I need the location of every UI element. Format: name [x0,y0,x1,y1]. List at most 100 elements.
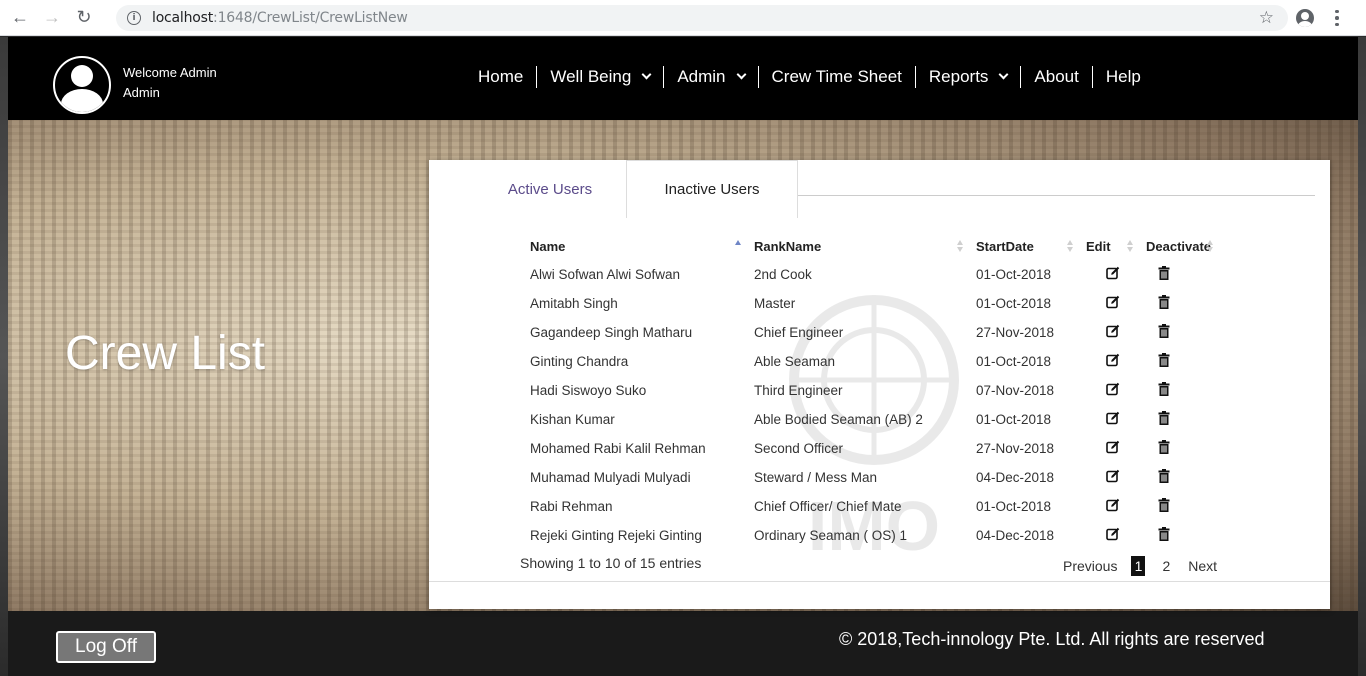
reload-icon[interactable]: ↻ [73,7,95,29]
forward-icon[interactable]: → [41,7,63,29]
edit-icon[interactable] [1106,469,1120,486]
trash-icon[interactable] [1158,527,1170,544]
site-footer: Log Off © 2018,Tech-innology Pte. Ltd. A… [8,611,1358,676]
cell-startdate: 01-Oct-2018 [976,296,1052,311]
cell-name: Alwi Sofwan Alwi Sofwan [530,267,681,282]
cell-edit [1078,289,1138,318]
edit-icon[interactable] [1106,266,1120,283]
chevron-down-icon [641,69,652,80]
cell-startdate: 01-Oct-2018 [976,354,1052,369]
cell-rank: 2nd Cook [754,267,812,282]
crew-list-panel: IMO Active Users Inactive Users Name Ran… [429,160,1330,609]
col-rankname[interactable]: RankName [746,232,968,260]
site-info-icon[interactable]: i [127,11,141,25]
sort-asc-icon [735,240,742,252]
edit-icon[interactable] [1106,527,1120,544]
table-row: Mohamed Rabi Kalil Rehman Second Officer 2… [522,434,1218,463]
pagination-page-current[interactable]: 1 [1131,556,1146,576]
cell-edit [1078,318,1138,347]
cell-deactivate [1138,347,1218,376]
pagination-next[interactable]: Next [1188,558,1217,574]
trash-icon[interactable] [1158,353,1170,370]
table-row: Alwi Sofwan Alwi Sofwan 2nd Cook 01-Oct-20… [522,260,1218,289]
pagination-previous[interactable]: Previous [1063,558,1117,574]
tab-inactive-users[interactable]: Inactive Users [626,160,798,218]
nav-well-being[interactable]: Well Being [537,66,663,88]
back-icon[interactable]: ← [9,7,31,29]
nav-help[interactable]: Help [1093,66,1154,88]
edit-icon[interactable] [1106,411,1120,428]
site-header: Welcome Admin Admin Home Well Being Admi… [8,37,1358,120]
edit-icon[interactable] [1106,353,1120,370]
copyright-text: © 2018,Tech-innology Pte. Ltd. All right… [839,629,1265,649]
cell-rank: Steward / Mess Man [754,470,878,485]
edit-icon[interactable] [1106,498,1120,515]
pagination-page-2[interactable]: 2 [1162,558,1170,574]
edit-icon[interactable] [1106,382,1120,399]
crew-table-body: Alwi Sofwan Alwi Sofwan 2nd Cook 01-Oct-20… [522,260,1218,550]
nav-crew-time-sheet-label: Crew Time Sheet [771,67,902,86]
cell-name: Amitabh Singh [530,296,618,311]
cell-deactivate [1138,260,1218,289]
url-text[interactable]: localhost:1648/CrewList/CrewListNew [152,10,408,26]
cell-edit [1078,521,1138,550]
cell-name: Kishan Kumar [530,412,615,427]
sort-icon [957,240,964,252]
cell-rank: Able Seaman [754,354,836,369]
cell-rank: Able Bodied Seaman (AB) 2 [754,412,923,427]
tab-active-users[interactable]: Active Users [474,160,626,218]
cell-startdate: 01-Oct-2018 [976,499,1052,514]
nav-help-label: Help [1105,67,1141,86]
col-name[interactable]: Name [522,232,746,260]
url-path: :1648/CrewList/CrewListNew [213,10,408,26]
table-row: Rabi Rehman Chief Officer/ Chief Mate 01-O… [522,492,1218,521]
table-row: Hadi Siswoyo Suko Third Engineer 07-Nov-20… [522,376,1218,405]
trash-icon[interactable] [1158,266,1170,283]
cell-name: Ginting Chandra [530,354,629,369]
trash-icon[interactable] [1158,469,1170,486]
cell-startdate: 04-Dec-2018 [976,528,1055,543]
chevron-down-icon [998,69,1009,80]
bookmark-star-icon[interactable]: ☆ [1259,8,1274,28]
user-tabs: Active Users Inactive Users [429,160,1330,218]
nav-well-being-label: Well Being [550,67,632,86]
browser-menu-icon[interactable] [1330,7,1344,29]
cell-deactivate [1138,492,1218,521]
edit-icon[interactable] [1106,440,1120,457]
col-startdate[interactable]: StartDate [968,232,1078,260]
nav-home[interactable]: Home [465,66,536,88]
cell-deactivate [1138,405,1218,434]
profile-icon[interactable] [1296,9,1314,27]
cell-startdate: 04-Dec-2018 [976,470,1055,485]
cell-startdate: 01-Oct-2018 [976,267,1052,282]
user-avatar-icon [53,56,111,114]
edit-icon[interactable] [1106,295,1120,312]
nav-admin[interactable]: Admin [664,66,757,88]
edit-icon[interactable] [1106,324,1120,341]
col-edit[interactable]: Edit [1078,232,1138,260]
nav-crew-time-sheet[interactable]: Crew Time Sheet [759,66,915,88]
trash-icon[interactable] [1158,498,1170,515]
nav-about[interactable]: About [1021,66,1091,88]
trash-icon[interactable] [1158,295,1170,312]
logoff-button[interactable]: Log Off [56,631,156,663]
col-deactivate[interactable]: Deactivate [1138,232,1218,260]
trash-icon[interactable] [1158,382,1170,399]
cell-rank: Third Engineer [754,383,843,398]
chevron-down-icon [736,69,746,80]
cell-deactivate [1138,463,1218,492]
address-bar[interactable]: i localhost:1648/CrewList/CrewListNew ☆ [116,5,1288,31]
trash-icon[interactable] [1158,440,1170,457]
col-startdate-label: StartDate [976,238,1034,254]
trash-icon[interactable] [1158,411,1170,428]
cell-name: Hadi Siswoyo Suko [530,383,647,398]
cell-rank: Master [754,296,796,311]
col-name-label: Name [530,238,566,254]
cell-startdate: 01-Oct-2018 [976,412,1052,427]
nav-reports[interactable]: Reports [916,66,1021,88]
trash-icon[interactable] [1158,324,1170,341]
cell-rank: Chief Engineer [754,325,844,340]
page: Welcome Admin Admin Home Well Being Admi… [8,37,1358,676]
tab-divider [798,195,1315,196]
panel-divider [429,581,1330,582]
